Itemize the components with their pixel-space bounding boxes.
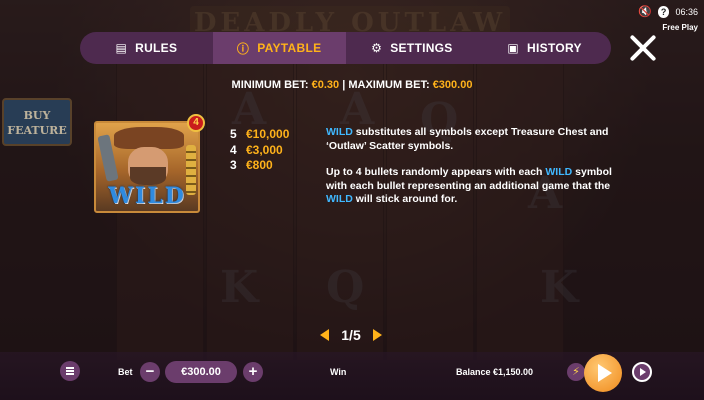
balance-label: Balance bbox=[456, 367, 491, 377]
min-bet-value: €0.30 bbox=[311, 79, 340, 91]
win-label: Win bbox=[330, 367, 347, 377]
tab-label: PAYTABLE bbox=[257, 41, 322, 55]
payout-row: 5 €10,000 bbox=[230, 127, 289, 143]
menu-icon[interactable] bbox=[60, 361, 80, 381]
payout-amount: €3,000 bbox=[246, 142, 283, 157]
bet-amount[interactable]: €300.00 bbox=[165, 361, 237, 383]
tab-rules[interactable]: ▤ RULES bbox=[80, 32, 213, 64]
tab-label: RULES bbox=[135, 41, 178, 55]
wild-symbol-image: WILD bbox=[94, 121, 200, 213]
payout-count: 5 bbox=[230, 127, 237, 141]
document-icon: ▤ bbox=[115, 41, 128, 55]
tab-paytable[interactable]: ⓘ PAYTABLE bbox=[212, 32, 346, 64]
history-icon: ▣ bbox=[507, 41, 520, 55]
spin-button[interactable] bbox=[584, 354, 622, 392]
description-paragraph: WILD substitutes all symbols except Trea… bbox=[326, 126, 616, 153]
turbo-icon[interactable]: ⚡ bbox=[567, 363, 585, 381]
tab-label: HISTORY bbox=[527, 41, 582, 55]
payout-count: 3 bbox=[230, 158, 237, 172]
decrease-bet-button[interactable]: − bbox=[140, 362, 160, 382]
cowboy-hat-icon bbox=[114, 127, 184, 149]
info-icon: ⓘ bbox=[236, 41, 250, 56]
tab-history[interactable]: ▣ HISTORY bbox=[478, 32, 611, 64]
tab-label: SETTINGS bbox=[390, 41, 453, 55]
keyword-wild: WILD bbox=[326, 126, 353, 138]
speaker-muted-icon[interactable]: 🔇 bbox=[638, 5, 652, 18]
help-icon[interactable]: ? bbox=[657, 5, 670, 18]
page-navigator: 1/5 bbox=[320, 326, 382, 344]
balance-amount: €1,150.00 bbox=[493, 367, 534, 377]
payout-amount: €800 bbox=[246, 158, 273, 172]
bet-limits: MINIMUM BET: €0.30 | MAXIMUM BET: €300.0… bbox=[0, 79, 704, 91]
bullet-count-badge: 4 bbox=[187, 114, 205, 132]
autoplay-icon[interactable] bbox=[632, 362, 652, 382]
bet-label: Bet bbox=[118, 367, 133, 377]
buy-feature-button[interactable]: BUY FEATURE bbox=[2, 98, 72, 146]
arrow-right-icon[interactable] bbox=[373, 329, 382, 341]
min-bet-label: MINIMUM BET: bbox=[231, 79, 309, 91]
payout-row: 3 €800 bbox=[230, 158, 289, 174]
keyword-wild: WILD bbox=[326, 193, 353, 205]
max-bet-label: MAXIMUM BET: bbox=[348, 79, 430, 91]
page-indicator: 1/5 bbox=[341, 327, 361, 343]
arrow-left-icon[interactable] bbox=[320, 329, 329, 341]
description-paragraph: Up to 4 bullets randomly appears with ea… bbox=[326, 166, 616, 207]
description-text: substitutes all symbols except Treasure … bbox=[326, 126, 609, 152]
status-bar: 🔇 ? 06:36 Free Play bbox=[638, 5, 698, 33]
payout-amount: €10,000 bbox=[246, 127, 290, 141]
limits-separator: | bbox=[342, 79, 346, 91]
clock: 06:36 bbox=[675, 6, 698, 17]
keyword-wild: WILD bbox=[545, 166, 573, 178]
max-bet-value: €300.00 bbox=[432, 79, 473, 91]
wild-symbol-label: WILD bbox=[108, 183, 186, 209]
tab-settings[interactable]: ⚙ SETTINGS bbox=[346, 32, 479, 64]
payout-row: 4 €3,000 bbox=[230, 143, 289, 159]
increase-bet-button[interactable]: + bbox=[243, 362, 263, 382]
description-text: Up to 4 bullets randomly appears with ea… bbox=[326, 166, 546, 178]
gear-icon: ⚙ bbox=[371, 41, 383, 55]
payout-count: 4 bbox=[230, 142, 237, 157]
info-tab-bar: ▤ RULES ⓘ PAYTABLE ⚙ SETTINGS ▣ HISTORY bbox=[80, 32, 611, 64]
payout-list: 5 €10,000 4 €3,000 3 €800 bbox=[230, 127, 289, 174]
close-icon[interactable] bbox=[626, 31, 660, 65]
description-text: will stick around for. bbox=[352, 193, 458, 205]
wild-description: WILD substitutes all symbols except Trea… bbox=[326, 126, 616, 207]
